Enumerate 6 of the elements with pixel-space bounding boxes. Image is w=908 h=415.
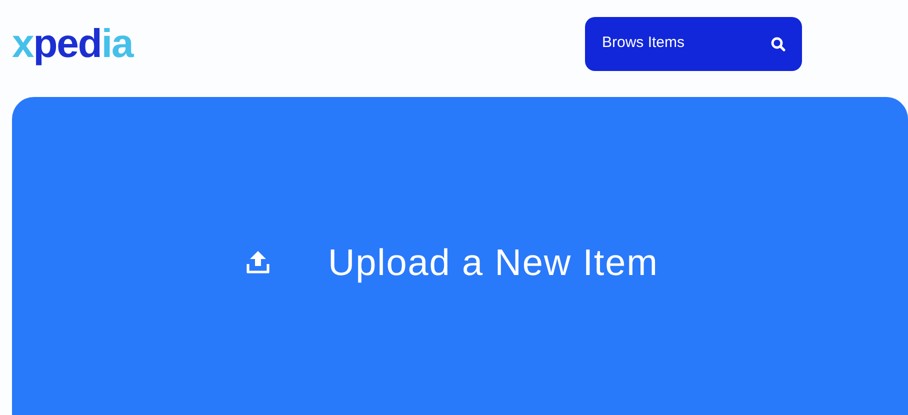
upload-icon: [245, 249, 271, 275]
upload-panel[interactable]: Upload a New Item: [12, 97, 908, 415]
logo[interactable]: xpedia: [12, 24, 262, 64]
search-icon: [770, 36, 786, 52]
browse-items-button[interactable]: Brows Items: [585, 16, 802, 70]
upload-label: Upload a New Item: [328, 241, 658, 285]
